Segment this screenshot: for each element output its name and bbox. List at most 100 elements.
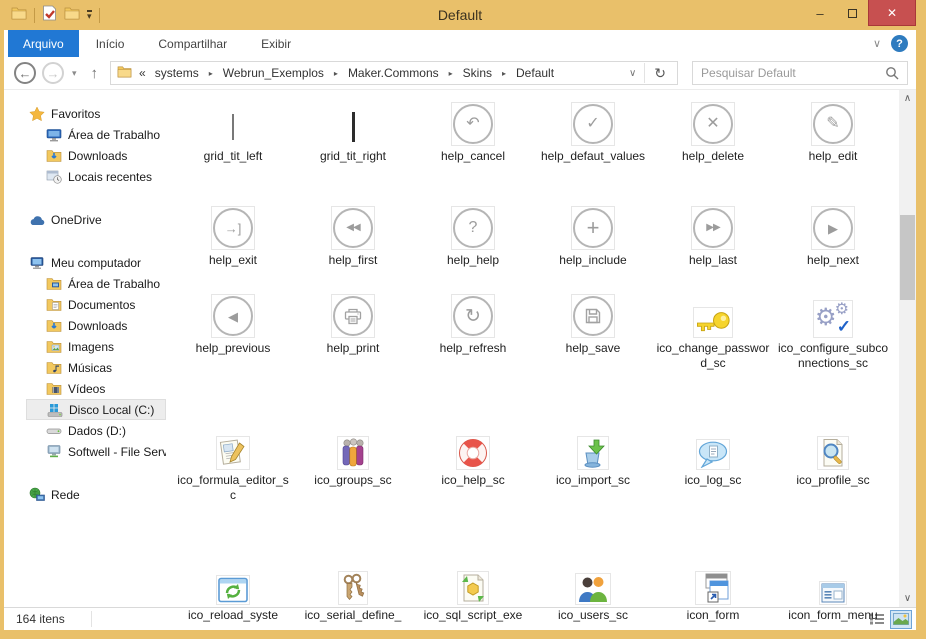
sidebar-item-rede[interactable]: Rede xyxy=(4,484,166,505)
x-circle-icon: ✕ xyxy=(693,104,733,144)
search-input[interactable] xyxy=(693,66,877,80)
file-item[interactable]: ico_reload_syste xyxy=(173,557,293,623)
file-item[interactable]: ico_groups_sc xyxy=(293,422,413,503)
file-item[interactable]: ico_help_sc xyxy=(413,422,533,503)
tab-inicio[interactable]: Início xyxy=(79,30,142,57)
document-pencil-icon xyxy=(216,436,250,470)
file-item[interactable]: ico_import_sc xyxy=(533,422,653,503)
file-item[interactable]: ✎ help_edit xyxy=(773,98,893,164)
tab-arquivo[interactable]: Arquivo xyxy=(8,30,79,57)
file-item[interactable]: icon_form xyxy=(653,557,773,623)
sidebar-item-softwell-file-server[interactable]: Softwell - File Server xyxy=(4,441,166,462)
up-button[interactable]: ↑ xyxy=(85,65,105,82)
file-label: grid_tit_left xyxy=(204,149,263,164)
scroll-up-icon[interactable]: ∧ xyxy=(899,90,916,107)
file-item[interactable]: grid_tit_left xyxy=(173,98,293,164)
address-dropdown-icon[interactable]: ∨ xyxy=(621,68,644,79)
file-item[interactable]: ↻ help_refresh xyxy=(413,290,533,371)
thumbnails-view-button[interactable] xyxy=(890,610,912,629)
sidebar-item-meu-computador[interactable]: Meu computador xyxy=(4,252,166,273)
sidebar-item-dados-d[interactable]: Dados (D:) xyxy=(4,420,166,441)
file-item[interactable]: + help_include xyxy=(533,202,653,268)
breadcrumb-separator-icon[interactable]: ▸ xyxy=(331,69,341,78)
floppy-circle-icon xyxy=(573,296,613,336)
sidebar-item-downloads[interactable]: Downloads xyxy=(4,145,166,166)
breadcrumb-segment[interactable]: systems xyxy=(153,66,201,80)
sidebar-item-favoritos[interactable]: Favoritos xyxy=(4,103,166,124)
breadcrumb-segment[interactable]: Default xyxy=(514,66,556,80)
ribbon-collapse-icon[interactable]: ∨ xyxy=(873,37,881,50)
file-item[interactable]: ico_log_sc xyxy=(653,422,773,503)
breadcrumb-separator-icon[interactable]: ▸ xyxy=(206,69,216,78)
file-item[interactable]: ↶ help_cancel xyxy=(413,98,533,164)
file-item[interactable]: ▶▶ help_last xyxy=(653,202,773,268)
file-item[interactable]: ◀◀ help_first xyxy=(293,202,413,268)
sidebar-item-documentos[interactable]: Documentos xyxy=(4,294,166,315)
sidebar-item-label: Área de Trabalho xyxy=(68,128,160,142)
file-row: grid_tit_left grid_tit_right ↶ help_canc… xyxy=(173,98,893,164)
close-button[interactable]: ✕ xyxy=(868,0,916,26)
music-folder-icon xyxy=(46,360,62,376)
help-icon[interactable]: ? xyxy=(891,35,908,52)
file-item[interactable]: ✕ help_delete xyxy=(653,98,773,164)
file-label: help_edit xyxy=(809,149,858,164)
recent-locations-dropdown-icon[interactable]: ▾ xyxy=(70,68,79,79)
search-icon[interactable] xyxy=(877,66,907,80)
file-item[interactable]: ico_serial_define_ xyxy=(293,557,413,623)
file-label: help_previous xyxy=(196,341,271,356)
file-item[interactable]: →] help_exit xyxy=(173,202,293,268)
pictures-folder-icon xyxy=(46,339,62,355)
maximize-button[interactable] xyxy=(836,0,868,26)
search-box[interactable] xyxy=(692,61,908,85)
check-circle-icon: ✓ xyxy=(573,104,613,144)
file-label: ico_sql_script_exe xyxy=(424,608,523,623)
sidebar-item-onedrive[interactable]: OneDrive xyxy=(4,209,166,230)
scroll-down-icon[interactable]: ∨ xyxy=(899,590,916,607)
vertical-bar-icon xyxy=(352,112,355,142)
minimize-button[interactable]: – xyxy=(804,0,836,26)
refresh-icon[interactable]: ↻ xyxy=(645,65,675,82)
breadcrumb-segment[interactable]: Maker.Commons xyxy=(346,66,441,80)
file-item[interactable]: grid_tit_right xyxy=(293,98,413,164)
form-menu-window-icon xyxy=(819,581,847,605)
sidebar-item-locais-recentes[interactable]: Locais recentes xyxy=(4,166,166,187)
vertical-bar-icon xyxy=(232,114,234,140)
tab-exibir[interactable]: Exibir xyxy=(244,30,308,57)
file-item[interactable]: ⚙⚙✓ ico_configure_subconnections_sc xyxy=(773,290,893,371)
tab-compartilhar[interactable]: Compartilhar xyxy=(141,30,244,57)
file-item[interactable]: icon_form_menu xyxy=(773,557,893,623)
breadcrumb-segment[interactable]: Webrun_Exemplos xyxy=(221,66,326,80)
sidebar-item-area-de-trabalho-pc[interactable]: Área de Trabalho xyxy=(4,273,166,294)
sidebar-item-videos[interactable]: Vídeos xyxy=(4,378,166,399)
file-item[interactable]: ? help_help xyxy=(413,202,533,268)
file-item[interactable]: ✓ help_defaut_values xyxy=(533,98,653,164)
forward-button[interactable]: → xyxy=(42,62,64,84)
breadcrumb-segment[interactable]: Skins xyxy=(461,66,494,80)
file-item[interactable]: help_print xyxy=(293,290,413,371)
back-button[interactable]: ← xyxy=(14,62,36,84)
vertical-scrollbar[interactable]: ∧ ∨ xyxy=(899,90,916,607)
address-bar[interactable]: « systems ▸ Webrun_Exemplos ▸ Maker.Comm… xyxy=(110,61,678,85)
file-label: help_next xyxy=(807,253,859,268)
file-item[interactable]: ◀ help_previous xyxy=(173,290,293,371)
file-item[interactable]: ico_profile_sc xyxy=(773,422,893,503)
file-item[interactable]: ico_change_password_sc xyxy=(653,290,773,371)
breadcrumb-separator-icon[interactable]: ▸ xyxy=(499,69,509,78)
sidebar-item-downloads-pc[interactable]: Downloads xyxy=(4,315,166,336)
file-item[interactable]: ico_users_sc xyxy=(533,557,653,623)
breadcrumb-separator-icon[interactable]: ▸ xyxy=(446,69,456,78)
file-item[interactable]: ico_sql_script_exe xyxy=(413,557,533,623)
sidebar-item-musicas[interactable]: Músicas xyxy=(4,357,166,378)
scrollbar-thumb[interactable] xyxy=(900,215,915,300)
window-recycle-arrows-icon xyxy=(216,575,250,605)
sidebar-item-label: Imagens xyxy=(68,340,114,354)
sidebar-item-area-de-trabalho[interactable]: Área de Trabalho xyxy=(4,124,166,145)
sidebar-item-imagens[interactable]: Imagens xyxy=(4,336,166,357)
file-label: ico_users_sc xyxy=(558,608,628,623)
sidebar-item-disco-local-c[interactable]: Disco Local (C:) xyxy=(26,399,166,420)
file-item[interactable]: help_save xyxy=(533,290,653,371)
file-item[interactable]: ▶ help_next xyxy=(773,202,893,268)
breadcrumb-collapsed[interactable]: « xyxy=(137,66,148,80)
form-windows-shortcut-icon xyxy=(695,571,731,605)
file-item[interactable]: ico_formula_editor_sc xyxy=(173,422,293,503)
